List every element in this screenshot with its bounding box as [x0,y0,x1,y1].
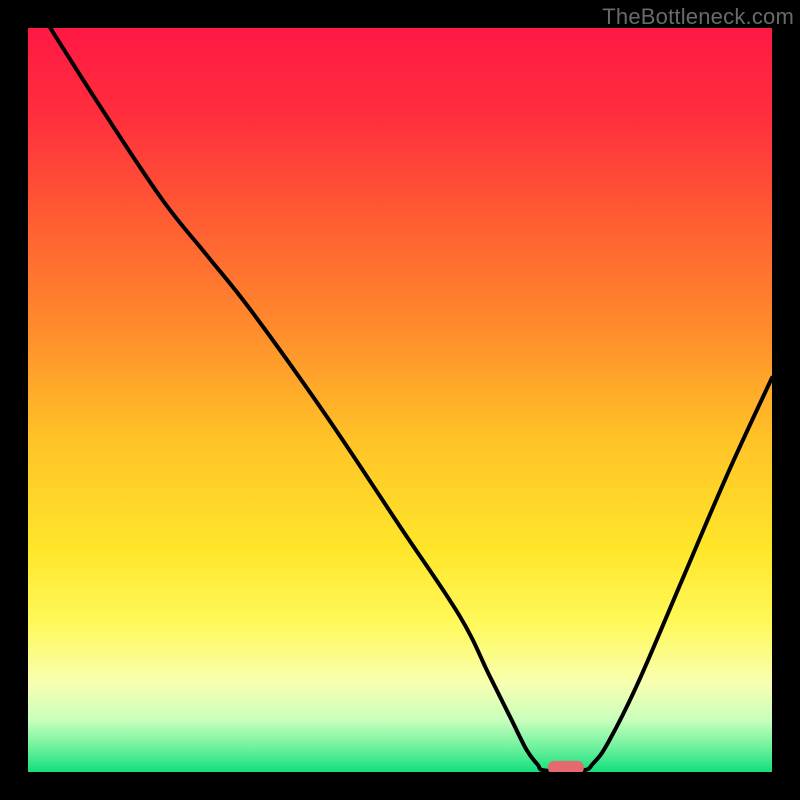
gradient-background [28,28,772,772]
watermark-text: TheBottleneck.com [602,4,794,30]
chart-svg [28,28,772,772]
chart-plot-area [28,28,772,772]
chart-frame: TheBottleneck.com [0,0,800,800]
optimal-marker [548,761,584,772]
